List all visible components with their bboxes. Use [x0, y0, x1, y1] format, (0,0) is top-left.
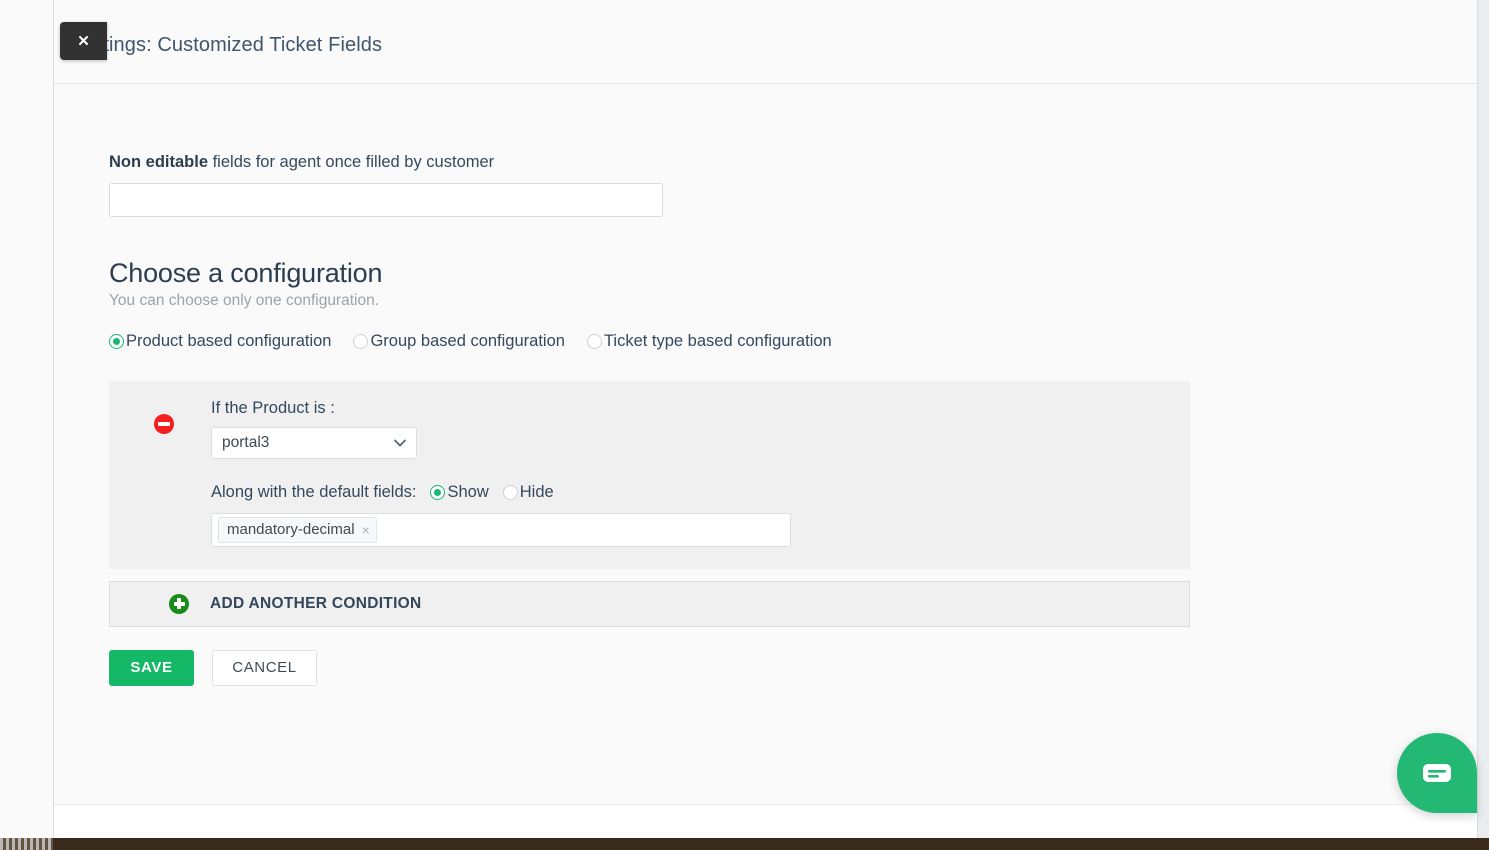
condition-content: If the Product is : portal3 Along with t…	[211, 399, 1190, 547]
close-icon: ✕	[77, 33, 90, 50]
radio-unselected-icon	[586, 333, 602, 349]
non-editable-label-bold: Non editable	[109, 153, 209, 171]
radio-label: Show	[447, 482, 489, 501]
save-button[interactable]: SAVE	[109, 649, 194, 686]
radio-unselected-icon	[502, 484, 518, 500]
field-tag[interactable]: mandatory-decimal ×	[218, 516, 377, 543]
form-actions: SAVE CANCEL	[109, 649, 1409, 686]
settings-form: Non editable fields for agent once fille…	[109, 153, 1409, 686]
close-button[interactable]: ✕	[60, 22, 107, 60]
if-product-label: If the Product is :	[211, 398, 335, 417]
modal-body: Non editable fields for agent once fille…	[54, 84, 1477, 804]
bottom-bar	[0, 838, 1489, 850]
radio-label: Product based configuration	[126, 331, 332, 350]
radio-selected-icon	[109, 333, 124, 349]
non-editable-fields-input[interactable]	[109, 182, 663, 217]
remove-condition-icon[interactable]	[154, 413, 174, 434]
product-select-value: portal3	[222, 433, 270, 451]
non-editable-fields-label: Non editable fields for agent once fille…	[109, 153, 1409, 173]
choose-configuration-subtitle: You can choose only one configuration.	[109, 291, 380, 309]
radio-ticket-type-based-configuration[interactable]: Ticket type based configuration	[586, 331, 832, 351]
radio-hide[interactable]: Hide	[502, 482, 554, 502]
fields-tag-input[interactable]: mandatory-decimal ×	[211, 512, 791, 547]
chat-widget-button[interactable]	[1397, 733, 1477, 813]
modal-footer	[54, 804, 1477, 837]
radio-selected-icon	[430, 484, 446, 500]
radio-group-based-configuration[interactable]: Group based configuration	[353, 331, 565, 351]
radio-label: Ticket type based configuration	[603, 331, 832, 350]
configuration-radio-group: Product based configuration Group based …	[109, 332, 1409, 351]
choose-configuration-heading: Choose a configuration	[109, 257, 383, 288]
plus-circle-icon	[169, 593, 189, 614]
modal-header: Settings: Customized Ticket Fields	[54, 0, 1477, 84]
add-another-condition-label: ADD ANOTHER CONDITION	[210, 594, 422, 612]
add-another-condition-button[interactable]: ADD ANOTHER CONDITION	[109, 580, 1190, 627]
radio-label: Hide	[519, 482, 554, 501]
radio-label: Group based configuration	[370, 331, 565, 350]
cancel-button[interactable]: CANCEL	[212, 649, 317, 686]
settings-modal: Settings: Customized Ticket Fields ✕ Non…	[53, 0, 1478, 838]
condition-panel: If the Product is : portal3 Along with t…	[109, 380, 1190, 569]
bottom-scrollbar[interactable]	[0, 838, 53, 850]
non-editable-label-rest: fields for agent once filled by customer	[208, 153, 495, 171]
radio-show[interactable]: Show	[430, 482, 489, 502]
radio-unselected-icon	[353, 333, 369, 349]
radio-product-based-configuration[interactable]: Product based configuration	[109, 332, 331, 351]
chevron-down-icon	[394, 439, 406, 447]
page-title: Settings: Customized Ticket Fields	[73, 34, 383, 56]
default-fields-row: Along with the default fields: Show Hide	[211, 483, 1190, 502]
page-backdrop	[0, 0, 53, 838]
default-fields-label: Along with the default fields:	[211, 482, 417, 501]
field-tag-remove-icon[interactable]: ×	[362, 523, 370, 537]
field-tag-label: mandatory-decimal	[227, 521, 355, 539]
product-select[interactable]: portal3	[211, 426, 417, 459]
chat-bubble-icon	[1422, 761, 1452, 785]
